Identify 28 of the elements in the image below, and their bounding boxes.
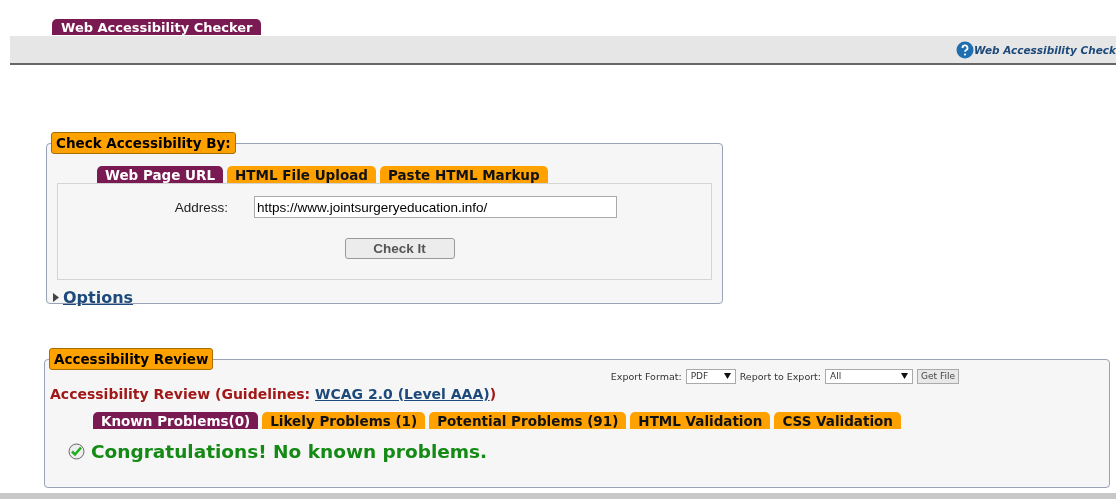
success-message: Congratulations! No known problems.: [91, 441, 488, 462]
panel-legend: Check Accessibility By:: [51, 132, 236, 154]
tab[interactable]: HTML File Upload: [227, 166, 376, 183]
address-field[interactable]: https://www.jointsurgeryeducation.info/: [254, 196, 617, 218]
help-link[interactable]: Web Accessibility Check: [973, 43, 1116, 56]
report-label: Report to Export:: [739, 370, 822, 382]
dropdown-arrow-icon: [901, 373, 909, 379]
export-format-label: Export Format:: [610, 370, 682, 382]
help-icon[interactable]: [955, 40, 974, 59]
tab[interactable]: Paste HTML Markup: [379, 166, 548, 183]
get-file-button[interactable]: Get File: [917, 368, 959, 384]
tab[interactable]: Potential Problems (91): [429, 412, 627, 429]
check-icon: [68, 443, 85, 460]
panel-legend: Accessibility Review: [49, 348, 214, 370]
tab[interactable]: Web Page URL: [97, 166, 224, 183]
check-it-button[interactable]: Check It: [344, 238, 455, 259]
tab[interactable]: CSS Validation: [774, 412, 901, 429]
review-heading: Accessibility Review (Guidelines: WCAG 2.0 (Level AAA)): [50, 386, 498, 402]
address-label: Address:: [173, 199, 228, 215]
tab[interactable]: Known Problems(0): [93, 412, 259, 429]
expand-arrow-icon[interactable]: [53, 293, 59, 302]
tab[interactable]: Likely Problems (1): [262, 412, 426, 429]
tab[interactable]: HTML Validation: [630, 412, 771, 429]
dropdown-arrow-icon: [723, 373, 731, 379]
report-dropdown[interactable]: All: [825, 368, 914, 384]
guideline-link[interactable]: WCAG 2.0 (Level AAA): [315, 386, 490, 402]
export-format-dropdown[interactable]: PDF: [685, 368, 736, 384]
options-link[interactable]: Options: [63, 288, 134, 307]
